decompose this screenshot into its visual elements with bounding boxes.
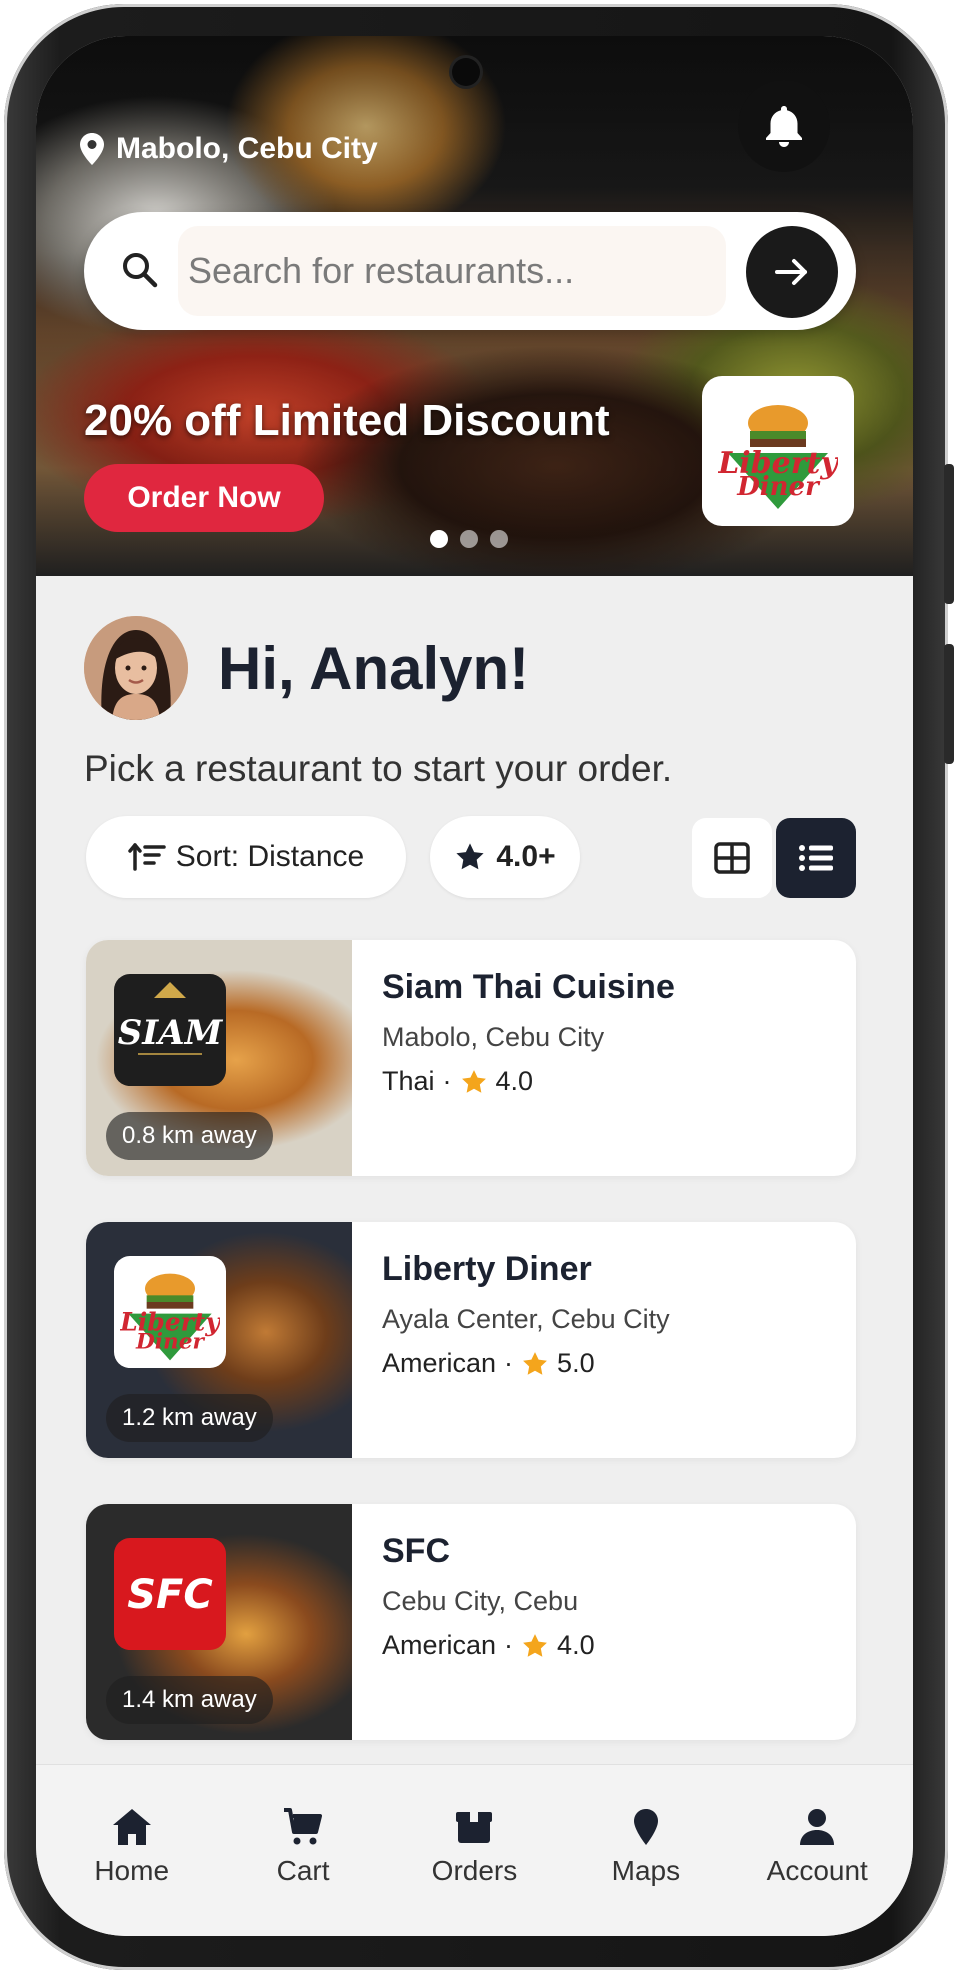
nav-orders[interactable]: Orders bbox=[399, 1765, 549, 1936]
nav-label: Cart bbox=[276, 1855, 330, 1886]
user-photo bbox=[84, 616, 188, 720]
rating-value: 5.0 bbox=[557, 1348, 595, 1378]
location-pin-icon bbox=[80, 133, 104, 165]
restaurant-name: Siam Thai Cuisine bbox=[382, 968, 675, 1006]
nav-home[interactable]: Home bbox=[57, 1765, 207, 1936]
liberty-diner-logo: Liberty Diner bbox=[114, 1256, 226, 1368]
nav-account[interactable]: Account bbox=[742, 1765, 892, 1936]
liberty-logo-mark: Liberty Diner bbox=[120, 1273, 220, 1361]
sort-icon bbox=[128, 843, 166, 871]
carousel-dots bbox=[430, 530, 508, 548]
restaurant-card[interactable]: Liberty Diner 1.2 km away Liberty Diner … bbox=[86, 1222, 856, 1458]
distance-badge: 1.2 km away bbox=[106, 1394, 273, 1442]
nav-label: Account bbox=[766, 1855, 868, 1886]
siam-logo-text: SIAM bbox=[118, 1013, 224, 1053]
restaurant-location: Mabolo, Cebu City bbox=[382, 1022, 605, 1052]
restaurant-meta: American · 4.0 bbox=[382, 1630, 595, 1661]
greeting-subtitle: Pick a restaurant to start your order. bbox=[84, 748, 673, 789]
list-view-button[interactable] bbox=[776, 818, 856, 898]
distance-badge: 1.4 km away bbox=[106, 1676, 273, 1724]
arrow-right-icon bbox=[775, 259, 807, 285]
search-submit-button[interactable] bbox=[746, 226, 838, 318]
nav-label: Maps bbox=[611, 1855, 681, 1886]
restaurant-photo: SFC 1.4 km away bbox=[86, 1504, 352, 1740]
cuisine-label: Thai bbox=[382, 1066, 435, 1096]
meta-separator: · bbox=[442, 1066, 452, 1096]
sort-label: Sort: Distance bbox=[175, 840, 365, 873]
rating-filter-chip[interactable]: 4.0+ bbox=[430, 816, 580, 898]
restaurant-meta: Thai · 4.0 bbox=[382, 1066, 533, 1097]
greeting-section: Hi, Analyn! bbox=[84, 616, 529, 720]
power-button bbox=[944, 644, 954, 764]
siam-logo-mark: SIAM bbox=[118, 982, 224, 1055]
bottom-navigation: Home Cart Orders Maps Account bbox=[36, 1764, 913, 1936]
sfc-logo: SFC bbox=[114, 1538, 226, 1650]
avatar[interactable] bbox=[84, 616, 188, 720]
nav-label: Orders bbox=[431, 1855, 518, 1886]
carousel-dot[interactable] bbox=[430, 530, 448, 548]
star-icon bbox=[461, 1069, 486, 1093]
restaurant-meta: American · 5.0 bbox=[382, 1348, 595, 1379]
rating-filter-label: 4.0+ bbox=[496, 840, 556, 873]
home-icon bbox=[112, 1809, 151, 1845]
restaurant-photo: Liberty Diner 1.2 km away bbox=[86, 1222, 352, 1458]
star-icon bbox=[456, 843, 484, 870]
app-screen: Mabolo, Cebu City 20% off Limited Discou… bbox=[36, 36, 913, 1936]
volume-button bbox=[944, 464, 954, 604]
cart-icon bbox=[284, 1808, 323, 1845]
grid-view-button[interactable] bbox=[692, 818, 772, 898]
location-label: Mabolo, Cebu City bbox=[116, 132, 378, 165]
order-now-button[interactable]: Order Now bbox=[84, 464, 324, 532]
restaurant-photo: SIAM 0.8 km away bbox=[86, 940, 352, 1176]
rating-value: 4.0 bbox=[557, 1630, 595, 1660]
sort-chip[interactable]: Sort: Distance bbox=[86, 816, 406, 898]
front-camera bbox=[452, 58, 480, 86]
carousel-dot[interactable] bbox=[490, 530, 508, 548]
notifications-button[interactable] bbox=[738, 80, 830, 172]
distance-badge: 0.8 km away bbox=[106, 1112, 273, 1160]
cuisine-label: American bbox=[382, 1630, 497, 1660]
promo-banner[interactable]: Mabolo, Cebu City 20% off Limited Discou… bbox=[36, 36, 913, 576]
map-pin-icon bbox=[633, 1809, 658, 1845]
meta-separator: · bbox=[504, 1348, 514, 1378]
svg-text:Diner: Diner bbox=[135, 1330, 206, 1355]
restaurant-location: Ayala Center, Cebu City bbox=[382, 1304, 670, 1334]
restaurant-card[interactable]: SIAM 0.8 km away Siam Thai Cuisine Mabol… bbox=[86, 940, 856, 1176]
location-selector[interactable]: Mabolo, Cebu City bbox=[80, 132, 378, 166]
promo-title: 20% off Limited Discount bbox=[84, 396, 610, 445]
list-icon bbox=[799, 845, 833, 871]
rating-value: 4.0 bbox=[495, 1066, 534, 1096]
nav-label: Home bbox=[94, 1855, 170, 1886]
cuisine-label: American bbox=[382, 1348, 497, 1378]
promo-brand-logo: Liberty Diner bbox=[702, 376, 854, 526]
star-icon bbox=[523, 1351, 547, 1375]
greeting-title: Hi, Analyn! bbox=[218, 634, 530, 702]
nav-cart[interactable]: Cart bbox=[228, 1765, 378, 1936]
search-input[interactable] bbox=[178, 226, 726, 316]
bell-icon bbox=[766, 106, 802, 147]
search-bar bbox=[84, 212, 856, 330]
orders-icon bbox=[456, 1812, 493, 1843]
sfc-logo-text: SFC bbox=[127, 1572, 213, 1618]
restaurant-card[interactable]: SFC 1.4 km away SFC Cebu City, Cebu Amer… bbox=[86, 1504, 856, 1740]
account-icon bbox=[800, 1809, 835, 1845]
meta-separator: · bbox=[504, 1630, 514, 1660]
sfc-logo-mark: SFC bbox=[127, 1572, 213, 1618]
restaurant-name: SFC bbox=[382, 1532, 450, 1570]
search-icon bbox=[123, 253, 158, 288]
svg-text:Diner: Diner bbox=[736, 472, 821, 502]
carousel-dot[interactable] bbox=[460, 530, 478, 548]
star-icon bbox=[523, 1633, 547, 1657]
siam-kitchen-logo: SIAM bbox=[114, 974, 226, 1086]
grid-icon bbox=[714, 842, 750, 874]
restaurant-location: Cebu City, Cebu bbox=[382, 1586, 579, 1616]
nav-maps[interactable]: Maps bbox=[571, 1765, 721, 1936]
restaurant-name: Liberty Diner bbox=[382, 1250, 592, 1288]
liberty-diner-logo: Liberty Diner bbox=[718, 405, 838, 509]
